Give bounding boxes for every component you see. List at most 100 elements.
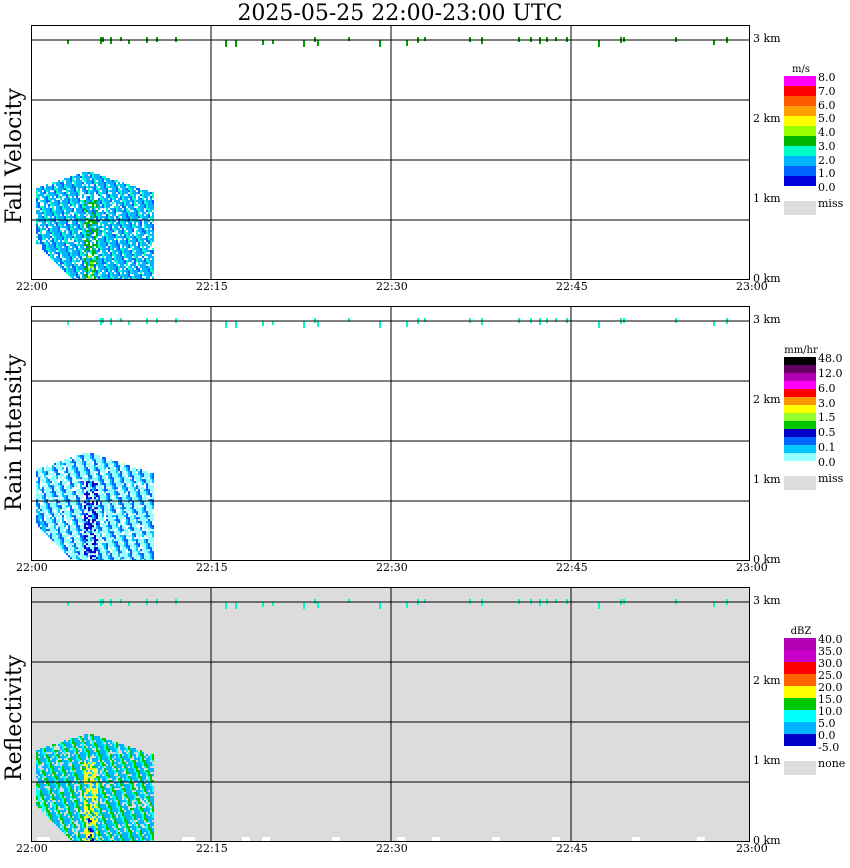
echo-cell xyxy=(78,507,80,510)
echo-cell xyxy=(148,208,150,211)
echo-cell xyxy=(84,230,86,233)
echo-cell xyxy=(58,788,60,791)
echo-cell xyxy=(66,182,68,185)
echo-cell xyxy=(128,232,130,235)
echo-cell xyxy=(44,752,46,755)
echo-cell xyxy=(76,272,78,275)
echo-cell xyxy=(152,202,154,205)
colorbar-swatch xyxy=(784,136,816,146)
echo-cell xyxy=(140,232,142,235)
echo-cell xyxy=(46,762,48,765)
echo-cell xyxy=(104,260,106,263)
echo-cell xyxy=(120,194,122,197)
echo-cell xyxy=(98,461,100,464)
echo-cell xyxy=(84,216,86,219)
echo-cell xyxy=(150,555,152,558)
echo-cell xyxy=(102,230,104,233)
echo-cell xyxy=(138,268,140,271)
echo-cell xyxy=(152,234,154,237)
echo-cell xyxy=(146,551,148,554)
echo-cell xyxy=(60,796,62,799)
echo-cell xyxy=(116,260,118,263)
echo-cell xyxy=(112,477,114,480)
echo-cell xyxy=(104,463,106,466)
echo-cell xyxy=(58,254,60,257)
echo-cell xyxy=(84,254,86,257)
echo-cell xyxy=(88,487,90,490)
echo-cell xyxy=(136,473,138,476)
echo-cell xyxy=(92,180,94,183)
echo-cell xyxy=(150,493,152,496)
echo-cell xyxy=(72,495,74,498)
echo-cell xyxy=(76,214,78,217)
echo-cell xyxy=(82,543,84,546)
echo-cell xyxy=(110,262,112,265)
echo-cell xyxy=(62,822,64,825)
echo-cell xyxy=(60,806,62,809)
echo-cell xyxy=(114,252,116,255)
echo-cell xyxy=(84,186,86,189)
echo-cell xyxy=(80,254,82,257)
echo-cell xyxy=(140,230,142,233)
echo-cell xyxy=(110,226,112,229)
echo-cell xyxy=(132,469,134,472)
echo-cell xyxy=(84,204,86,207)
echo-cell xyxy=(88,475,90,478)
echo-cell xyxy=(60,493,62,496)
echo-cell xyxy=(148,268,150,271)
echo-cell xyxy=(130,539,132,542)
echo-cell xyxy=(120,258,122,261)
echo-cell xyxy=(144,495,146,498)
colorbar-label: 4.0 xyxy=(818,126,836,139)
echo-cell xyxy=(98,278,100,279)
echo-cell xyxy=(50,750,52,753)
echo-cell xyxy=(152,264,154,267)
echo-cell xyxy=(54,515,56,518)
echo-cell xyxy=(70,254,72,257)
echo-cell xyxy=(150,521,152,524)
echo-cell xyxy=(94,252,96,255)
echo-cell xyxy=(38,238,40,241)
echo-cell xyxy=(130,240,132,243)
echo-cell xyxy=(100,487,102,490)
echo-cell xyxy=(94,523,96,526)
echo-cell xyxy=(88,184,90,187)
echo-cell xyxy=(142,491,144,494)
echo-cell xyxy=(52,505,54,508)
echo-cell xyxy=(126,513,128,516)
echo-cell xyxy=(148,274,150,277)
echo-cell xyxy=(56,533,58,536)
echo-cell xyxy=(124,523,126,526)
echo-cell xyxy=(122,228,124,231)
echo-cell xyxy=(114,278,116,279)
echo-cell xyxy=(86,180,88,183)
echo-cell xyxy=(122,535,124,538)
echo-cell xyxy=(100,266,102,269)
echo-cell xyxy=(70,214,72,217)
echo-cell xyxy=(62,254,64,257)
echo-cell xyxy=(82,521,84,524)
echo-cell xyxy=(136,208,138,211)
echo-cell xyxy=(74,493,76,496)
echo-cell xyxy=(144,519,146,522)
echo-cell xyxy=(46,202,48,205)
echo-cell xyxy=(86,254,88,257)
echo-cell xyxy=(48,804,50,807)
echo-cell xyxy=(48,208,50,211)
echo-cell xyxy=(66,216,68,219)
echo-cell xyxy=(62,820,64,823)
echo-cell xyxy=(84,210,86,213)
echo-cell xyxy=(58,473,60,476)
echo-cell xyxy=(76,244,78,247)
echo-cell xyxy=(130,236,132,239)
echo-cell xyxy=(144,553,146,556)
echo-cell xyxy=(150,260,152,263)
echo-cell xyxy=(114,246,116,249)
echo-cell xyxy=(90,453,92,456)
echo-cell xyxy=(86,527,88,530)
echo-cell xyxy=(150,531,152,534)
echo-cell xyxy=(148,246,150,249)
echo-cell xyxy=(64,188,66,191)
echo-cell xyxy=(38,511,40,514)
echo-cell xyxy=(42,481,44,484)
